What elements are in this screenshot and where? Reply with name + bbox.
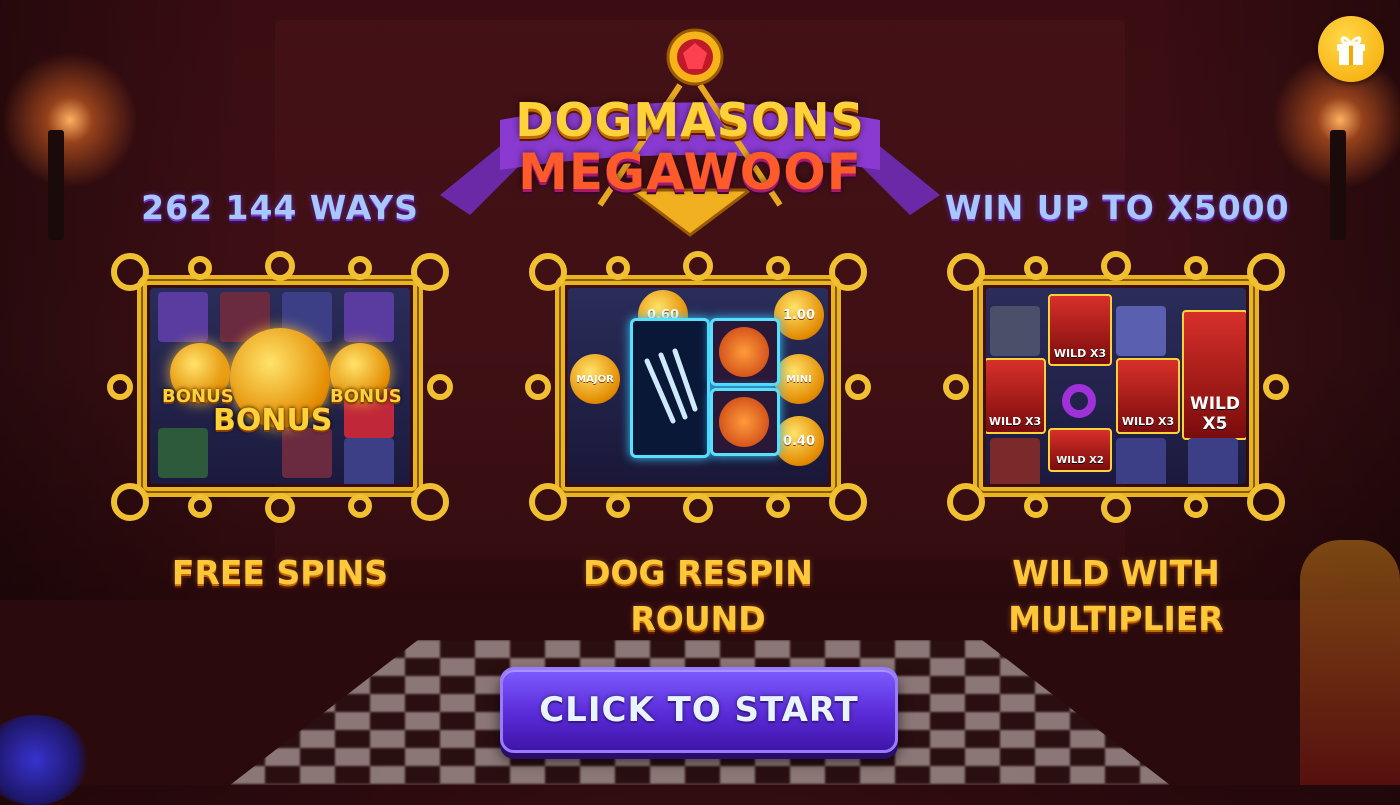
label-free-spins: FREE SPINS <box>130 550 430 596</box>
ornate-frame <box>943 251 1289 523</box>
ways-heading: 262 144 WAYS <box>141 188 419 227</box>
feature-card-wild-multiplier: WILD X3 WILD X5 WILD X3 WILD X3 WILD X2 <box>936 250 1296 525</box>
win-heading: WIN UP TO X5000 <box>945 188 1290 227</box>
label-line: MULTIPLIER <box>1008 599 1224 638</box>
start-button[interactable]: CLICK TO START <box>500 667 898 753</box>
logo-title-line2: MEGAWOOF <box>518 143 862 201</box>
decor-statue <box>1300 540 1400 785</box>
label-line: ROUND <box>630 599 766 638</box>
game-logo: DOGMASONS MEGAWOOF <box>430 25 950 240</box>
label-dog-respin: DOG RESPIN ROUND <box>548 550 848 642</box>
candle-left <box>48 130 64 240</box>
gift-icon <box>1337 36 1365 65</box>
gift-button[interactable] <box>1318 16 1384 82</box>
label-line: WILD WITH <box>1012 553 1220 592</box>
label-line: DOG RESPIN <box>583 553 813 592</box>
label-line: FREE SPINS <box>171 553 389 592</box>
ornate-frame <box>525 251 871 523</box>
logo-title-line1: DOGMASONS <box>515 93 865 147</box>
feature-card-free-spins: BONUS BONUS BONUS <box>100 250 460 525</box>
label-wild-multiplier: WILD WITH MULTIPLIER <box>966 550 1266 642</box>
feature-card-dog-respin: MAJOR 0.60 1.00 MINI 0.40 <box>518 250 878 525</box>
candle-right <box>1330 130 1346 240</box>
ornate-frame <box>107 251 453 523</box>
